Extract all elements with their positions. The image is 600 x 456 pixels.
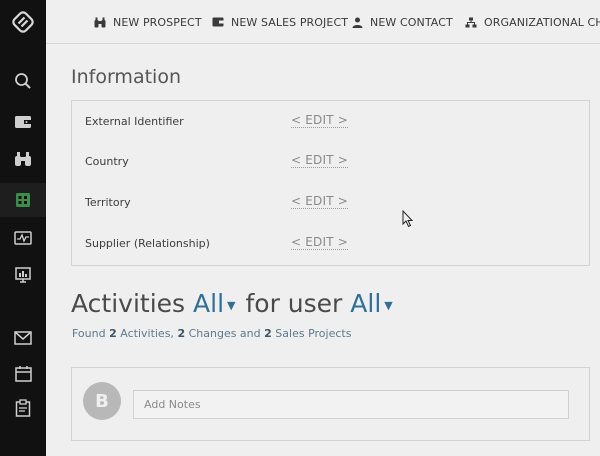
wallet-icon xyxy=(212,17,224,27)
mouse-cursor-icon xyxy=(402,210,414,228)
info-row-supplier-relationship: Supplier (Relationship) < EDIT > xyxy=(72,223,589,263)
projects-count: 2 xyxy=(264,327,272,340)
add-notes-input[interactable] xyxy=(133,390,569,419)
binoculars-icon[interactable] xyxy=(0,142,46,176)
activity-filter-dropdown[interactable]: All xyxy=(193,289,224,318)
changes-count: 2 xyxy=(177,327,186,340)
mail-icon[interactable] xyxy=(0,321,46,355)
top-toolbar: NEW PROSPECT NEW SALES PROJECT NEW CONTA… xyxy=(46,0,600,44)
info-label: Territory xyxy=(85,196,131,209)
information-title: Information xyxy=(71,66,181,88)
projects-label: Sales Projects xyxy=(275,327,352,340)
info-row-territory: Territory < EDIT > xyxy=(72,182,589,222)
wallet-icon[interactable] xyxy=(0,105,46,139)
activities-heading: Activities All ▼ for user All ▼ xyxy=(71,289,403,318)
clipboard-icon[interactable] xyxy=(0,391,46,425)
notes-panel: B xyxy=(71,367,590,441)
organizational-chart-label: ORGANIZATIONAL CHAR xyxy=(484,15,600,29)
calendar-icon[interactable] xyxy=(0,356,46,390)
new-sales-project-button[interactable]: NEW SALES PROJECT xyxy=(212,0,349,43)
avatar: B xyxy=(83,382,121,420)
search-icon[interactable] xyxy=(0,64,46,98)
logo-icon[interactable] xyxy=(0,5,46,39)
new-prospect-label: NEW PROSPECT xyxy=(113,15,202,29)
new-sales-project-label: NEW SALES PROJECT xyxy=(231,15,349,29)
found-prefix: Found xyxy=(72,327,106,340)
changes-label: Changes and xyxy=(188,327,261,340)
activity-icon[interactable] xyxy=(0,221,46,255)
activities-summary: Found 2 Activities, 2 Changes and 2 Sale… xyxy=(72,327,351,340)
edit-supplier-relationship-link[interactable]: < EDIT > xyxy=(291,235,349,250)
information-panel: External Identifier < EDIT > Country < E… xyxy=(71,100,590,266)
new-contact-label: NEW CONTACT xyxy=(370,15,453,29)
binoculars-icon xyxy=(94,17,106,27)
accounts-icon[interactable] xyxy=(0,183,46,217)
new-contact-button[interactable]: NEW CONTACT xyxy=(352,0,453,43)
sidebar xyxy=(0,0,46,456)
activities-label: Activities, xyxy=(120,327,174,340)
info-label: Supplier (Relationship) xyxy=(85,237,210,250)
organizational-chart-button[interactable]: ORGANIZATIONAL CHAR xyxy=(465,0,600,43)
reports-icon[interactable] xyxy=(0,258,46,292)
info-label: External Identifier xyxy=(85,115,184,128)
activities-prefix: Activities xyxy=(71,289,186,318)
main-content: Information External Identifier < EDIT >… xyxy=(46,45,600,456)
person-icon xyxy=(352,17,363,28)
activities-middle-text: for user xyxy=(245,289,343,318)
chevron-down-icon[interactable]: ▼ xyxy=(384,299,392,312)
edit-territory-link[interactable]: < EDIT > xyxy=(291,194,349,209)
info-label: Country xyxy=(85,155,129,168)
chevron-down-icon[interactable]: ▼ xyxy=(227,299,235,312)
info-row-external-identifier: External Identifier < EDIT > xyxy=(72,101,589,141)
edit-external-identifier-link[interactable]: < EDIT > xyxy=(291,113,349,128)
activities-count: 2 xyxy=(109,327,117,340)
info-row-country: Country < EDIT > xyxy=(72,141,589,181)
org-chart-icon xyxy=(465,17,477,27)
edit-country-link[interactable]: < EDIT > xyxy=(291,153,349,168)
new-prospect-button[interactable]: NEW PROSPECT xyxy=(94,0,202,43)
user-filter-dropdown[interactable]: All xyxy=(350,289,381,318)
